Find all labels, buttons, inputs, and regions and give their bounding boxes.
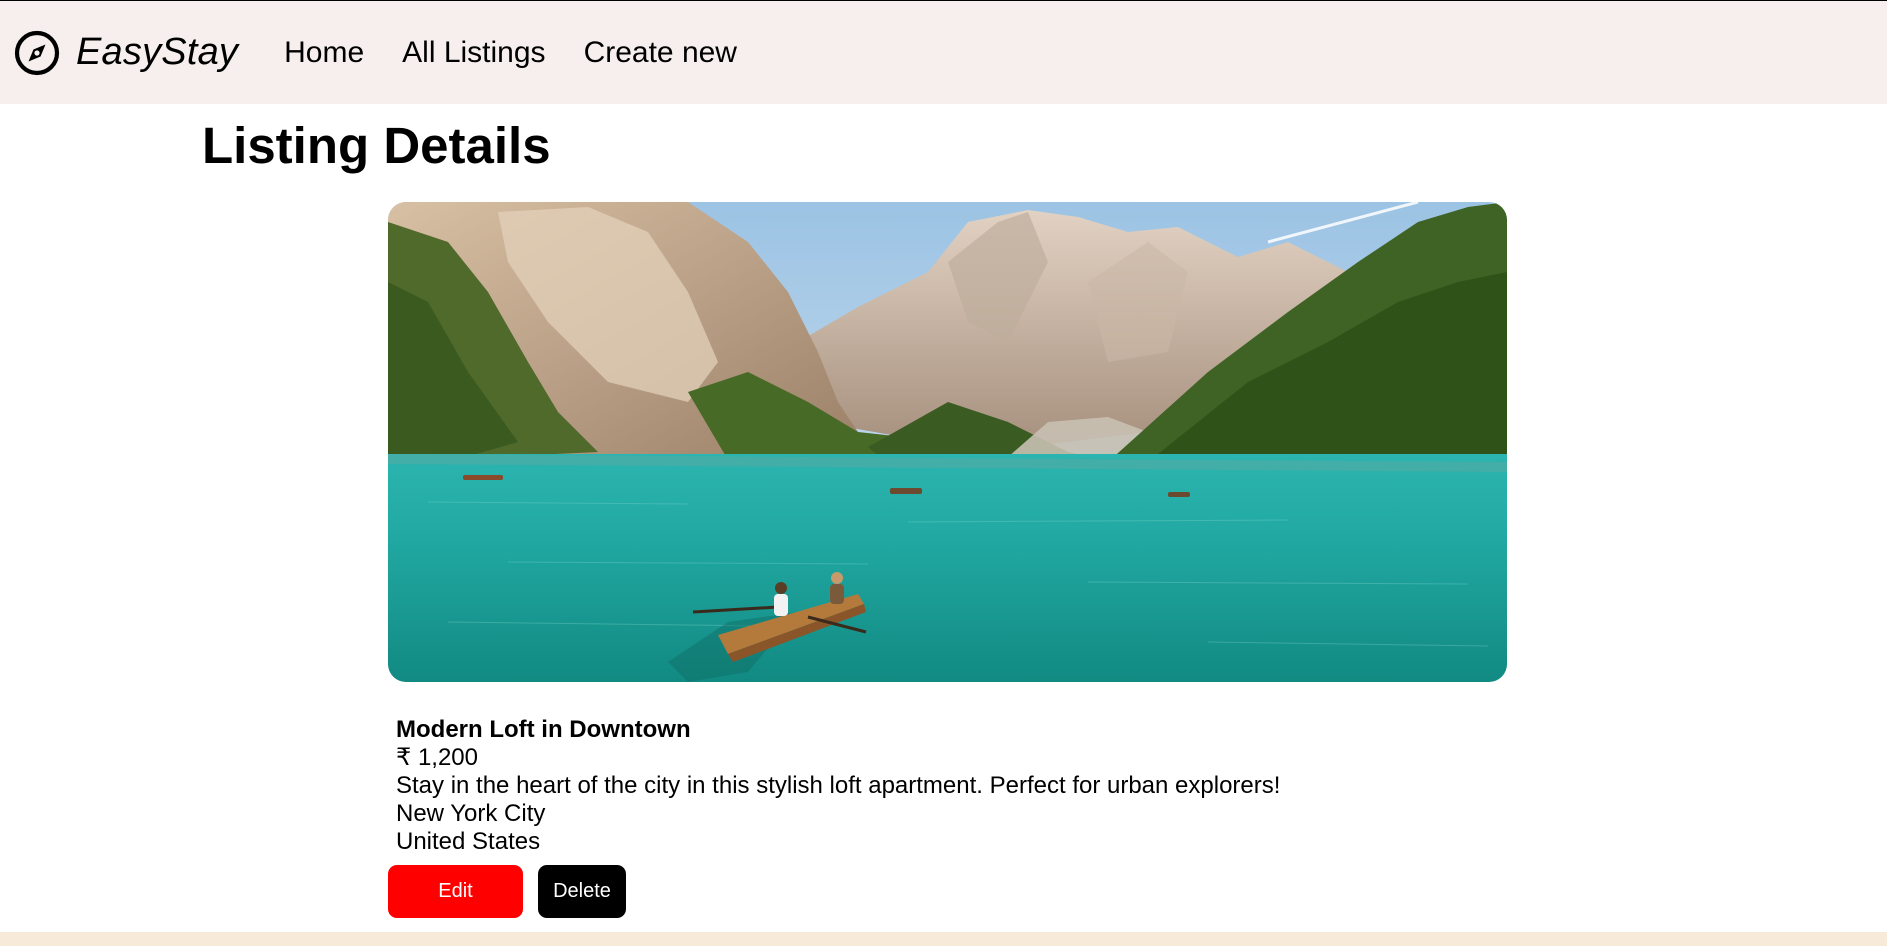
- listing-details: Modern Loft in Downtown ₹ 1,200 Stay in …: [396, 716, 1280, 856]
- listing-image: [388, 202, 1507, 682]
- listing-actions: Edit Delete: [388, 865, 626, 918]
- nav-link-create-new[interactable]: Create new: [584, 36, 737, 70]
- page-title: Listing Details: [202, 117, 551, 174]
- footer-strip: [0, 932, 1887, 946]
- brand-name[interactable]: EasyStay: [76, 31, 238, 74]
- listing-country: United States: [396, 828, 541, 855]
- nav-link-all-listings[interactable]: All Listings: [402, 36, 545, 70]
- nav-link-home[interactable]: Home: [284, 36, 364, 70]
- listing-location: New York City: [396, 800, 546, 827]
- brand[interactable]: EasyStay: [14, 30, 238, 76]
- listing-price: ₹ 1,200: [396, 744, 478, 771]
- delete-button[interactable]: Delete: [538, 865, 626, 918]
- listing-description: Stay in the heart of the city in this st…: [396, 772, 1281, 799]
- nav-links: Home All Listings Create new: [284, 36, 775, 70]
- compass-icon[interactable]: [14, 30, 60, 76]
- edit-button[interactable]: Edit: [388, 865, 523, 918]
- navbar: EasyStay Home All Listings Create new: [0, 1, 1887, 104]
- listing-title: Modern Loft in Downtown: [396, 716, 691, 743]
